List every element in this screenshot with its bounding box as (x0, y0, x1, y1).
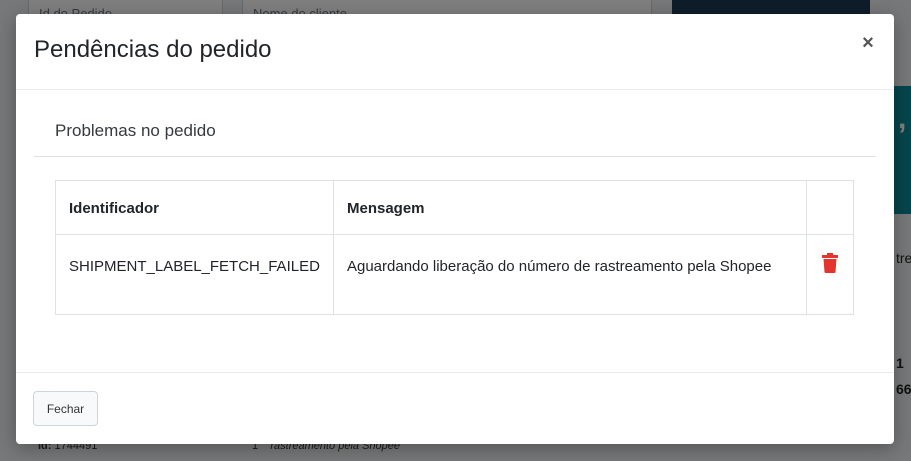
modal-header: Pendências do pedido × (16, 14, 894, 90)
column-header-message: Mensagem (332, 180, 807, 235)
modal-title: Pendências do pedido (34, 36, 272, 63)
issue-identifier: SHIPMENT_LABEL_FETCH_FAILED (55, 234, 334, 315)
modal-footer: Fechar (16, 372, 894, 444)
column-header-identifier: Identificador (55, 180, 334, 235)
column-header-actions (805, 180, 855, 235)
table-row: SHIPMENT_LABEL_FETCH_FAILED Aguardando l… (55, 234, 855, 315)
table-header-row: Identificador Mensagem (55, 180, 855, 235)
issues-table: Identificador Mensagem SHIPMENT_LABEL_FE… (55, 180, 855, 315)
order-issues-modal: Pendências do pedido × Problemas no pedi… (16, 14, 894, 444)
close-icon[interactable]: × (858, 32, 878, 54)
section-divider (34, 156, 876, 157)
issue-actions-cell (805, 234, 855, 315)
trash-icon[interactable] (820, 253, 840, 275)
section-title: Problemas no pedido (55, 121, 216, 140)
close-button[interactable]: Fechar (33, 391, 98, 426)
issue-message: Aguardando liberação do número de rastre… (332, 234, 807, 315)
